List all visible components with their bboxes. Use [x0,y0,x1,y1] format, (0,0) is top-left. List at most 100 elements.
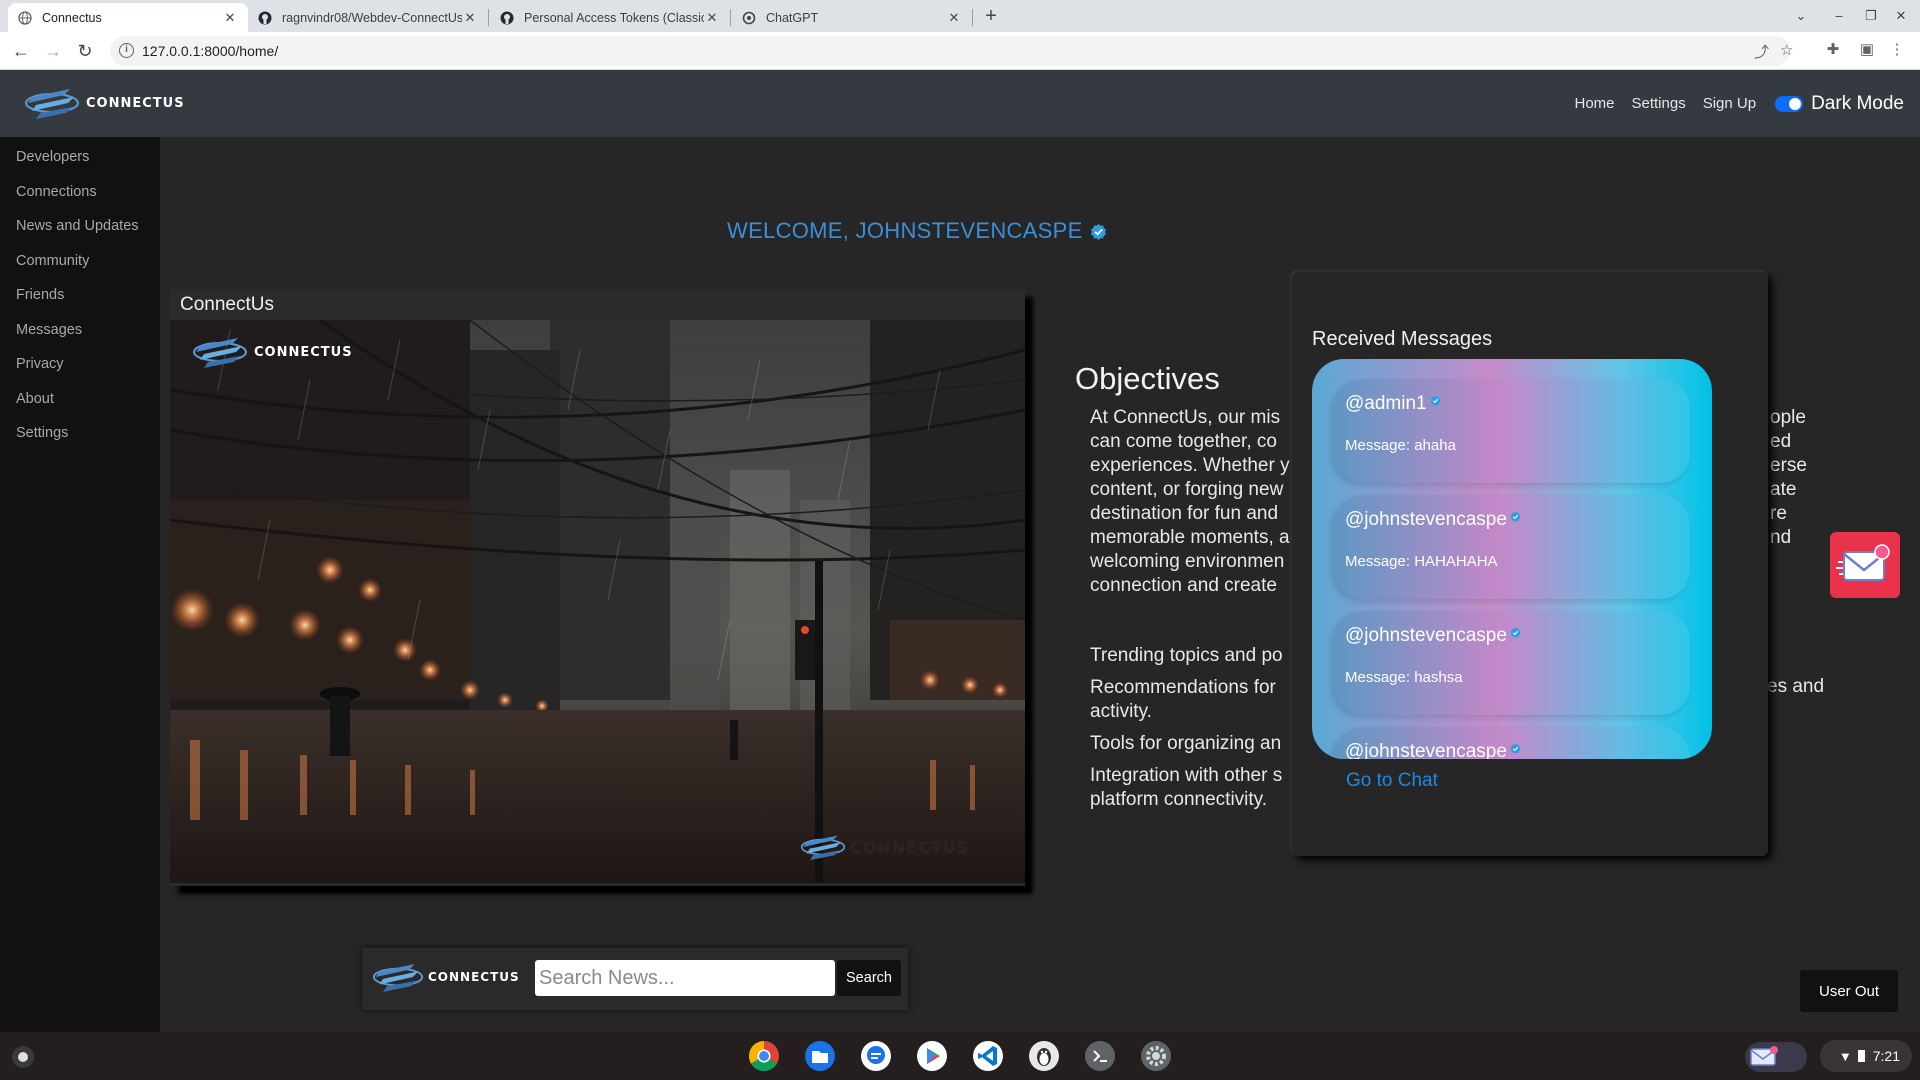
linux-penguin-icon[interactable] [1028,1040,1060,1072]
tab-separator [972,9,973,26]
browser-tab-chatgpt[interactable]: ChatGPT ✕ [732,3,972,32]
sidebar: Developers Connections News and Updates … [0,137,160,1032]
envelope-icon [1836,544,1890,581]
vscode-icon[interactable] [972,1040,1004,1072]
verified-badge-icon [1430,395,1441,406]
settings-gear-icon[interactable] [1140,1040,1172,1072]
connectus-logo-icon [800,830,846,864]
close-tab-icon[interactable]: ✕ [222,10,238,26]
verified-badge-icon [1510,511,1521,522]
message-sender: @johnstevencaspe [1345,509,1521,531]
objectives-right-fragments: ople ed erse ate re nd [1770,406,1807,550]
message-item[interactable]: @johnstevencaspe Message: HAHAHAHA [1334,495,1690,599]
terminal-icon[interactable] [1084,1040,1116,1072]
message-username: @johnstevencaspe [1345,741,1507,759]
sidebar-item-community[interactable]: Community [16,253,89,269]
system-status-area[interactable]: ▼ 7:21 [1820,1040,1912,1072]
search-news-input[interactable] [535,960,835,996]
tab-title: Personal Access Tokens (Classic) [524,10,704,25]
minimize-icon[interactable]: – [1824,4,1854,28]
nav-link-sign-up[interactable]: Sign Up [1703,95,1756,112]
close-window-icon[interactable]: ✕ [1886,4,1916,28]
close-tab-icon[interactable]: ✕ [946,10,962,26]
search-button[interactable]: Search [837,960,901,996]
message-item[interactable]: @johnstevencaspe Message: hashsa [1334,611,1690,715]
play-store-icon[interactable] [916,1040,948,1072]
city-rain-image: CONNECTUS CONNECTUS [170,320,1025,883]
site-info-icon[interactable]: i [119,43,134,58]
sidebar-item-friends[interactable]: Friends [16,287,64,303]
forward-arrow-icon[interactable]: → [40,39,66,63]
message-body: Message: hashsa [1345,669,1463,686]
browser-tab-github-repo[interactable]: ragnvindr08/Webdev-ConnectUs ✕ [248,3,488,32]
clock-time: 7:21 [1872,1048,1900,1064]
tab-search-chevron-icon[interactable]: ⌄ [1786,4,1816,28]
side-panel-icon[interactable]: ▣ [1856,40,1878,58]
navbar-brand[interactable]: CONNECTUS [24,83,185,123]
image-watermark: CONNECTUS [800,830,969,864]
objectives-fragment: re [1770,503,1787,524]
dark-mode-toggle[interactable] [1775,95,1804,112]
city-rain-illustration [170,320,1025,883]
browser-tab-connectus[interactable]: Connectus ✕ [8,3,248,32]
welcome-text: WELCOME, JOHNSTEVENCASPE [727,218,1083,243]
files-icon[interactable] [804,1040,836,1072]
close-tab-icon[interactable]: ✕ [462,10,478,26]
received-messages-panel: Received Messages @admin1 Message: ahaha… [1292,272,1768,856]
sidebar-item-settings[interactable]: Settings [16,425,68,441]
verified-badge-icon [1510,627,1521,638]
image-brand-text: CONNECTUS [254,344,353,360]
verified-badge-icon [1510,743,1521,754]
tab-title: ragnvindr08/Webdev-ConnectUs [282,10,462,25]
bookmark-star-icon[interactable]: ☆ [1780,41,1793,59]
connectus-logo-icon [192,332,248,372]
tab-separator [488,9,489,26]
objectives-fragment: ate [1770,479,1797,500]
nav-link-settings[interactable]: Settings [1632,95,1686,112]
connectus-logo-icon [24,83,80,123]
share-icon[interactable]: ⤴ [1754,41,1769,62]
message-item[interactable]: @admin1 Message: ahaha [1334,379,1690,483]
tab-title: ChatGPT [766,10,819,25]
user-out-button[interactable]: User Out [1800,970,1898,1012]
browser-tab-github-tokens[interactable]: Personal Access Tokens (Classic) ✕ [490,3,730,32]
launcher-icon[interactable] [12,1046,34,1068]
tab-title: Connectus [42,10,102,25]
sidebar-item-developers[interactable]: Developers [16,149,89,165]
url-field[interactable]: i 127.0.0.1:8000/home/ ⤴ ☆ [110,36,1793,66]
message-body: Message: HAHAHAHA [1345,553,1498,570]
search-brand-text: CONNECTUS [428,970,520,984]
message-sender: @johnstevencaspe [1345,625,1521,647]
message-item[interactable]: @johnstevencaspe [1334,727,1690,759]
browser-menu-icon[interactable]: ⋮ [1886,40,1908,58]
sidebar-item-about[interactable]: About [16,391,54,407]
sidebar-item-messages[interactable]: Messages [16,322,82,338]
messages-app-icon[interactable] [860,1040,892,1072]
back-arrow-icon[interactable]: ← [8,39,34,63]
extensions-puzzle-icon[interactable]: ✚ [1822,40,1844,58]
sidebar-item-connections[interactable]: Connections [16,184,97,200]
messages-float-button[interactable] [1830,532,1900,598]
wifi-icon: ▼ [1838,1048,1852,1064]
objectives-fragment: ed [1770,431,1792,452]
message-username: @johnstevencaspe [1345,509,1507,530]
objectives-heading: Objectives [1075,361,1220,396]
new-tab-icon[interactable]: + [977,4,1005,30]
globe-icon [18,10,32,25]
sidebar-item-privacy[interactable]: Privacy [16,356,64,372]
restore-icon[interactable]: ❐ [1856,4,1886,28]
nav-link-home[interactable]: Home [1574,95,1614,112]
messages-scroll-area[interactable]: @admin1 Message: ahaha @johnstevencaspe … [1312,359,1712,759]
close-tab-icon[interactable]: ✕ [704,10,720,26]
github-icon [500,11,514,24]
chrome-icon[interactable] [748,1040,780,1072]
image-watermark-text: CONNECTUS [850,837,970,857]
go-to-chat-link[interactable]: Go to Chat [1346,770,1438,792]
connectus-card: ConnectUs CONNECTUS CONNECTUS [170,289,1025,886]
reload-icon[interactable]: ↻ [72,39,98,63]
battery-icon [1857,1050,1865,1062]
card-title: ConnectUs [180,294,274,315]
tray-app-preview[interactable] [1745,1042,1807,1072]
received-messages-heading: Received Messages [1312,328,1493,350]
sidebar-item-news-and-updates[interactable]: News and Updates [16,218,139,234]
